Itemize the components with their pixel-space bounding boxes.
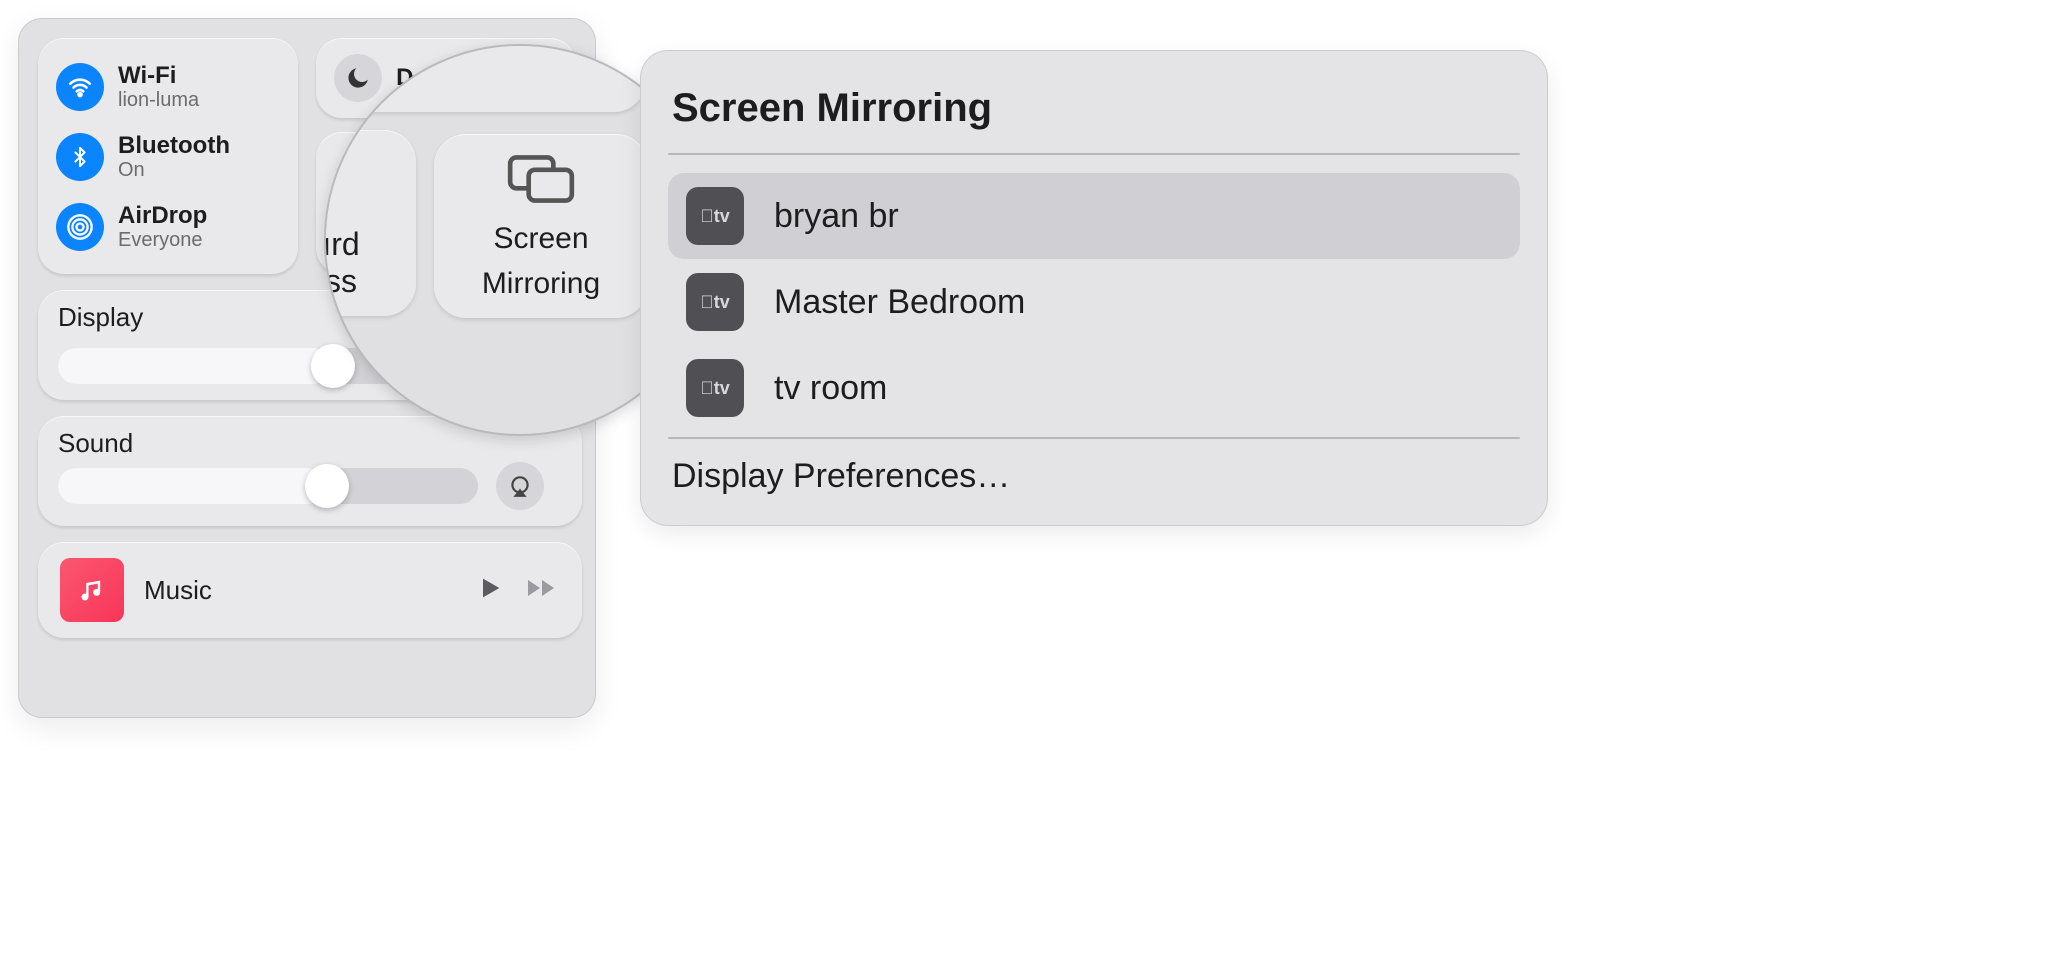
- now-playing-controls: [476, 574, 560, 607]
- wifi-toggle[interactable]: Wi-Fi lion-luma: [56, 62, 280, 113]
- bluetooth-icon: [56, 133, 104, 181]
- next-track-button[interactable]: [526, 574, 560, 607]
- magnified-sm-line1: Screen: [493, 222, 588, 257]
- sound-slider-thumb[interactable]: [305, 464, 349, 508]
- apple-tv-icon: tv: [686, 273, 744, 331]
- bluetooth-label: Bluetooth: [118, 132, 230, 160]
- airdrop-label: AirDrop: [118, 202, 207, 230]
- magnified-sm-line2: Mirroring: [482, 267, 600, 302]
- mirroring-device-master-bedroom[interactable]: tv Master Bedroom: [668, 259, 1520, 345]
- mirroring-device-name: bryan br: [774, 197, 899, 236]
- apple-tv-icon: tv: [686, 359, 744, 417]
- sound-volume-slider[interactable]: [58, 468, 478, 504]
- airdrop-status: Everyone: [118, 229, 207, 252]
- airdrop-label-block: AirDrop Everyone: [118, 202, 207, 253]
- sound-slider-fill: [58, 468, 327, 504]
- screen-mirroring-icon: [504, 151, 578, 212]
- bluetooth-label-block: Bluetooth On: [118, 132, 230, 183]
- wifi-label-block: Wi-Fi lion-luma: [118, 62, 199, 113]
- display-preferences-link[interactable]: Display Preferences…: [672, 457, 1516, 496]
- separator: [668, 153, 1520, 155]
- music-artwork: [60, 558, 124, 622]
- mirroring-device-name: Master Bedroom: [774, 283, 1025, 322]
- display-slider-fill: [58, 348, 333, 384]
- wifi-icon: [56, 63, 104, 111]
- airdrop-toggle[interactable]: AirDrop Everyone: [56, 202, 280, 253]
- screen-mirroring-title: Screen Mirroring: [672, 86, 1520, 131]
- magnified-kb-line1: ırd: [324, 226, 360, 263]
- now-playing-card[interactable]: Music: [38, 542, 582, 638]
- separator: [668, 437, 1520, 439]
- play-button[interactable]: [476, 574, 504, 607]
- bluetooth-status: On: [118, 159, 230, 182]
- magnified-kb-line2: ss: [325, 263, 357, 300]
- magnified-screen-mirroring-tile[interactable]: Screen Mirroring: [434, 134, 648, 318]
- screen-mirroring-panel: Screen Mirroring tv bryan br tv Master…: [640, 50, 1548, 526]
- magnified-dnd-tile: [324, 44, 646, 112]
- mirroring-device-tv-room[interactable]: tv tv room: [668, 345, 1520, 431]
- mirroring-device-bryan-br[interactable]: tv bryan br: [668, 173, 1520, 259]
- now-playing-title: Music: [144, 575, 456, 606]
- mirroring-device-name: tv room: [774, 369, 887, 408]
- magnified-keyboard-brightness-tile: ırd ss: [324, 130, 416, 316]
- airplay-audio-button[interactable]: [496, 462, 544, 510]
- bluetooth-toggle[interactable]: Bluetooth On: [56, 132, 280, 183]
- connectivity-tile: Wi-Fi lion-luma Bluetooth On: [38, 38, 298, 274]
- apple-tv-icon: tv: [686, 187, 744, 245]
- wifi-status: lion-luma: [118, 89, 199, 112]
- airdrop-icon: [56, 203, 104, 251]
- wifi-label: Wi-Fi: [118, 62, 199, 90]
